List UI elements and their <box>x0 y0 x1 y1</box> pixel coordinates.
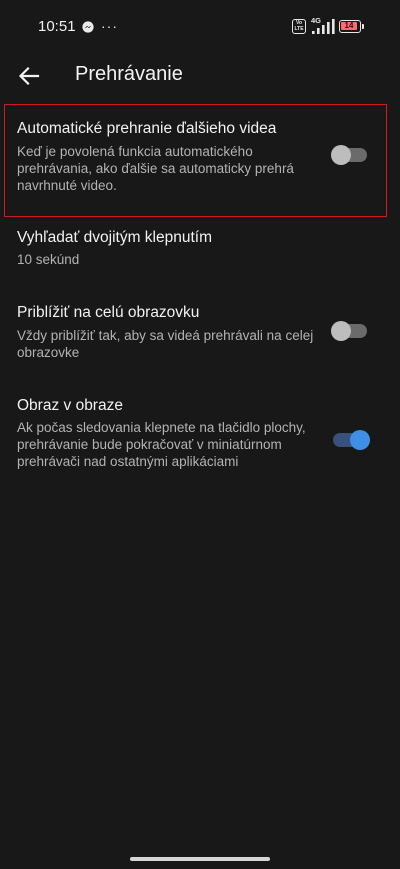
signal-strength-icon: 4G <box>311 16 335 34</box>
svg-text:4G: 4G <box>311 16 321 25</box>
setting-double-tap-seek[interactable]: Vyhľadať dvojitým klepnutím 10 sekúnd <box>0 218 400 278</box>
setting-description: Keď je povolená funkcia automatického pr… <box>17 144 294 193</box>
app-bar: Prehrávanie <box>0 56 400 96</box>
setting-picture-in-picture[interactable]: Obraz v obraze Ak počas sledovania klepn… <box>0 389 400 499</box>
zoom-to-fill-toggle[interactable] <box>331 321 367 341</box>
toggle-knob <box>350 430 370 450</box>
setting-description: 10 sekúnd <box>17 252 80 267</box>
setting-title: Vyhľadať dvojitým klepnutím <box>17 229 212 246</box>
setting-description: Vždy priblížiť tak, aby sa videá prehráv… <box>17 328 314 360</box>
setting-description: Ak počas sledovania klepnete na tlačidlo… <box>17 420 306 469</box>
battery-icon: 14 <box>339 20 364 33</box>
setting-title: Priblížiť na celú obrazovku <box>17 304 200 321</box>
setting-autoplay[interactable]: Automatické prehranie ďalšieho videa Keď… <box>0 104 400 217</box>
setting-zoom-to-fill[interactable]: Priblížiť na celú obrazovku Vždy priblíž… <box>0 294 400 374</box>
setting-title: Automatické prehranie ďalšieho videa <box>17 120 277 137</box>
status-time: 10:51 <box>38 18 76 35</box>
toggle-knob <box>331 321 351 341</box>
gesture-nav-handle[interactable] <box>130 857 270 861</box>
picture-in-picture-toggle[interactable] <box>333 430 370 450</box>
page-title: Prehrávanie <box>75 63 183 85</box>
back-arrow-icon[interactable] <box>15 62 43 90</box>
volte-icon: Vo LTE <box>292 19 306 34</box>
more-notifications-icon: ··· <box>101 18 118 34</box>
toggle-knob <box>331 145 351 165</box>
messenger-icon <box>82 21 94 33</box>
battery-level: 14 <box>341 22 357 30</box>
autoplay-toggle[interactable] <box>331 145 367 165</box>
status-bar: 10:51 ··· Vo LTE 4G 14 <box>0 0 400 56</box>
setting-title: Obraz v obraze <box>17 397 123 414</box>
